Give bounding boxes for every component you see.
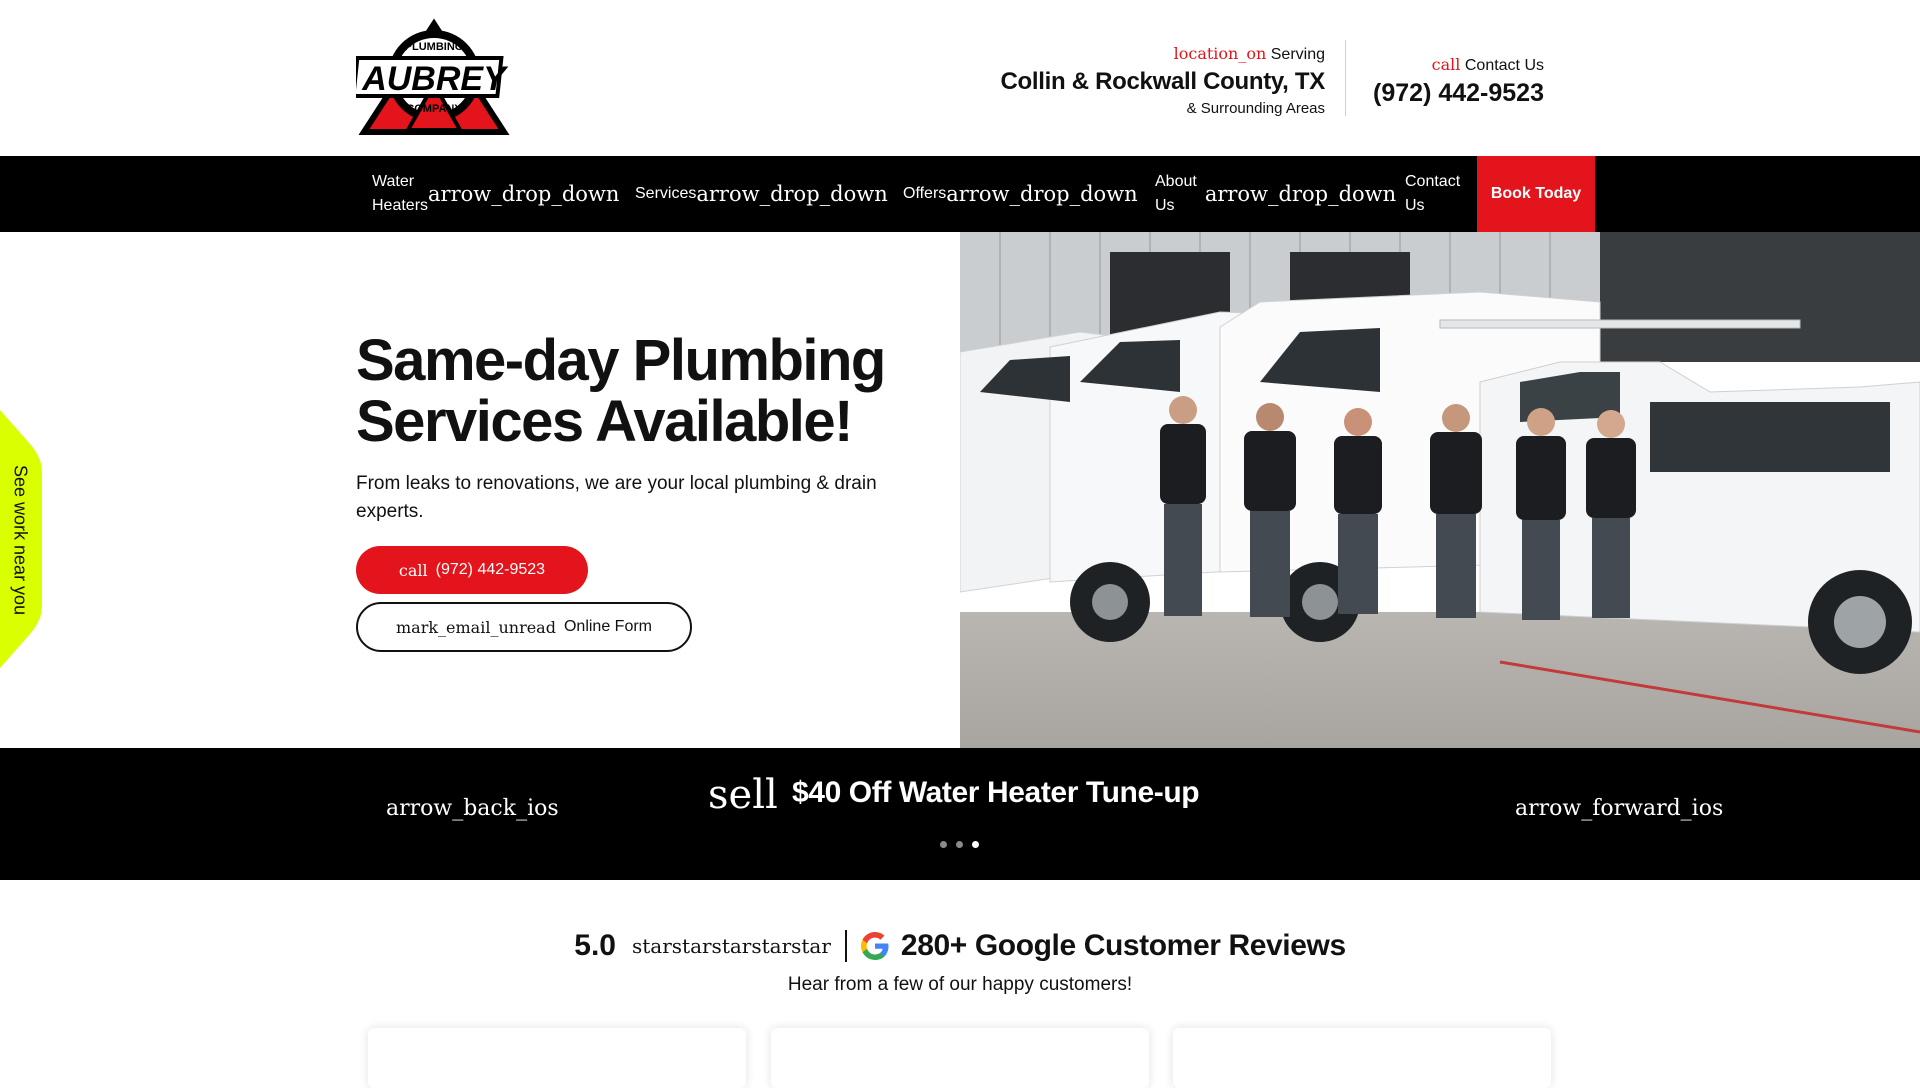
nav-label-line1: Services (635, 185, 697, 202)
google-icon (860, 932, 889, 960)
carousel-dot-active[interactable] (972, 841, 979, 848)
book-today-button[interactable]: Book Today (1477, 156, 1595, 232)
review-card (368, 1028, 746, 1088)
arrow-drop-down-icon: arrow_drop_down (946, 182, 1138, 206)
nav-item-about-us[interactable]: About Us arrow_drop_down (1155, 156, 1396, 232)
reviews-title: 280+ Google Customer Reviews (900, 929, 1346, 962)
call-icon: call (1431, 55, 1461, 74)
nav-label-line2: Heaters (372, 197, 429, 214)
nav-label-line1: Contact (1405, 173, 1461, 190)
call-icon: call (398, 560, 428, 580)
contact-label: Contact Us (1464, 57, 1544, 74)
nav-label-line1: About (1155, 173, 1197, 190)
nav-label-line2: Us (1155, 197, 1175, 214)
online-form-button[interactable]: mark_email_unread Online Form (356, 602, 692, 652)
call-button[interactable]: call (972) 442-9523 (356, 546, 588, 594)
hero-title: Same-day Plumbing Services Available! (356, 328, 886, 454)
promo-carousel: arrow_back_ios sell $40 Off Water Heater… (0, 748, 1920, 880)
see-work-near-you-tab[interactable]: See work near you (2, 460, 38, 620)
nav-label-line1: Water (372, 173, 415, 190)
review-card (771, 1028, 1149, 1088)
logo-top-text: PLUMBING (405, 41, 464, 53)
header-divider (1345, 40, 1346, 116)
carousel-next-icon[interactable]: arrow_forward_ios (1515, 796, 1723, 821)
mark-email-unread-icon: mark_email_unread (395, 617, 556, 637)
serving-label: Serving (1270, 46, 1325, 63)
reviews-subtitle: Hear from a few of our happy customers! (787, 974, 1133, 995)
arrow-drop-down-icon: arrow_drop_down (428, 182, 620, 206)
carousel-dot[interactable] (956, 841, 963, 848)
online-form-label: Online Form (563, 618, 652, 635)
reviews-divider (844, 930, 847, 962)
location-icon: location_on (1173, 44, 1267, 63)
nav-item-contact-us[interactable]: Contact Us (1405, 156, 1460, 232)
nav-label-line2: Us (1405, 197, 1425, 214)
review-rating: 5.0 (574, 929, 616, 962)
logo-main-text: AUBREY (361, 60, 509, 98)
nav-item-water-heaters[interactable]: Water Heaters arrow_drop_down (372, 156, 619, 232)
hero-subtitle: From leaks to renovations, we are your l… (356, 473, 877, 522)
header-contact[interactable]: call Contact Us (972) 442-9523 (1373, 55, 1544, 108)
nav-item-services[interactable]: Services arrow_drop_down (635, 156, 888, 232)
team-vans-photo (960, 232, 1920, 748)
nav-label-line1: Offers (903, 185, 947, 202)
arrow-drop-down-icon: arrow_drop_down (696, 182, 888, 206)
reviews-header: 5.0 starstarstarstarstar 280+ Google Cus… (0, 924, 1920, 968)
promo-offer-text[interactable]: $40 Off Water Heater Tune-up (792, 776, 1200, 810)
site-header: AUBREY PLUMBING COMPANY location_on Serv… (0, 0, 1920, 156)
logo-bottom-text: COMPANY (406, 103, 462, 115)
star-icons: starstarstarstarstar (631, 934, 831, 958)
carousel-dot[interactable] (940, 841, 947, 848)
call-button-label: (972) 442-9523 (435, 561, 546, 578)
header-phone-link[interactable]: (972) 442-9523 (1373, 79, 1544, 108)
service-area: location_on Serving Collin & Rockwall Co… (1000, 44, 1325, 117)
service-area-subtext: & Surrounding Areas (1186, 100, 1325, 117)
nav-item-offers[interactable]: Offers arrow_drop_down (903, 156, 1138, 232)
main-nav: Water Heaters arrow_drop_down Services ar… (0, 156, 1920, 232)
aubrey-plumbing-logo[interactable]: AUBREY PLUMBING COMPANY (356, 14, 512, 142)
arrow-drop-down-icon: arrow_drop_down (1204, 182, 1397, 206)
sell-icon: sell (708, 772, 778, 818)
service-area-name: Collin & Rockwall County, TX (1000, 68, 1325, 95)
review-card (1173, 1028, 1551, 1088)
carousel-prev-icon[interactable]: arrow_back_ios (386, 796, 559, 821)
